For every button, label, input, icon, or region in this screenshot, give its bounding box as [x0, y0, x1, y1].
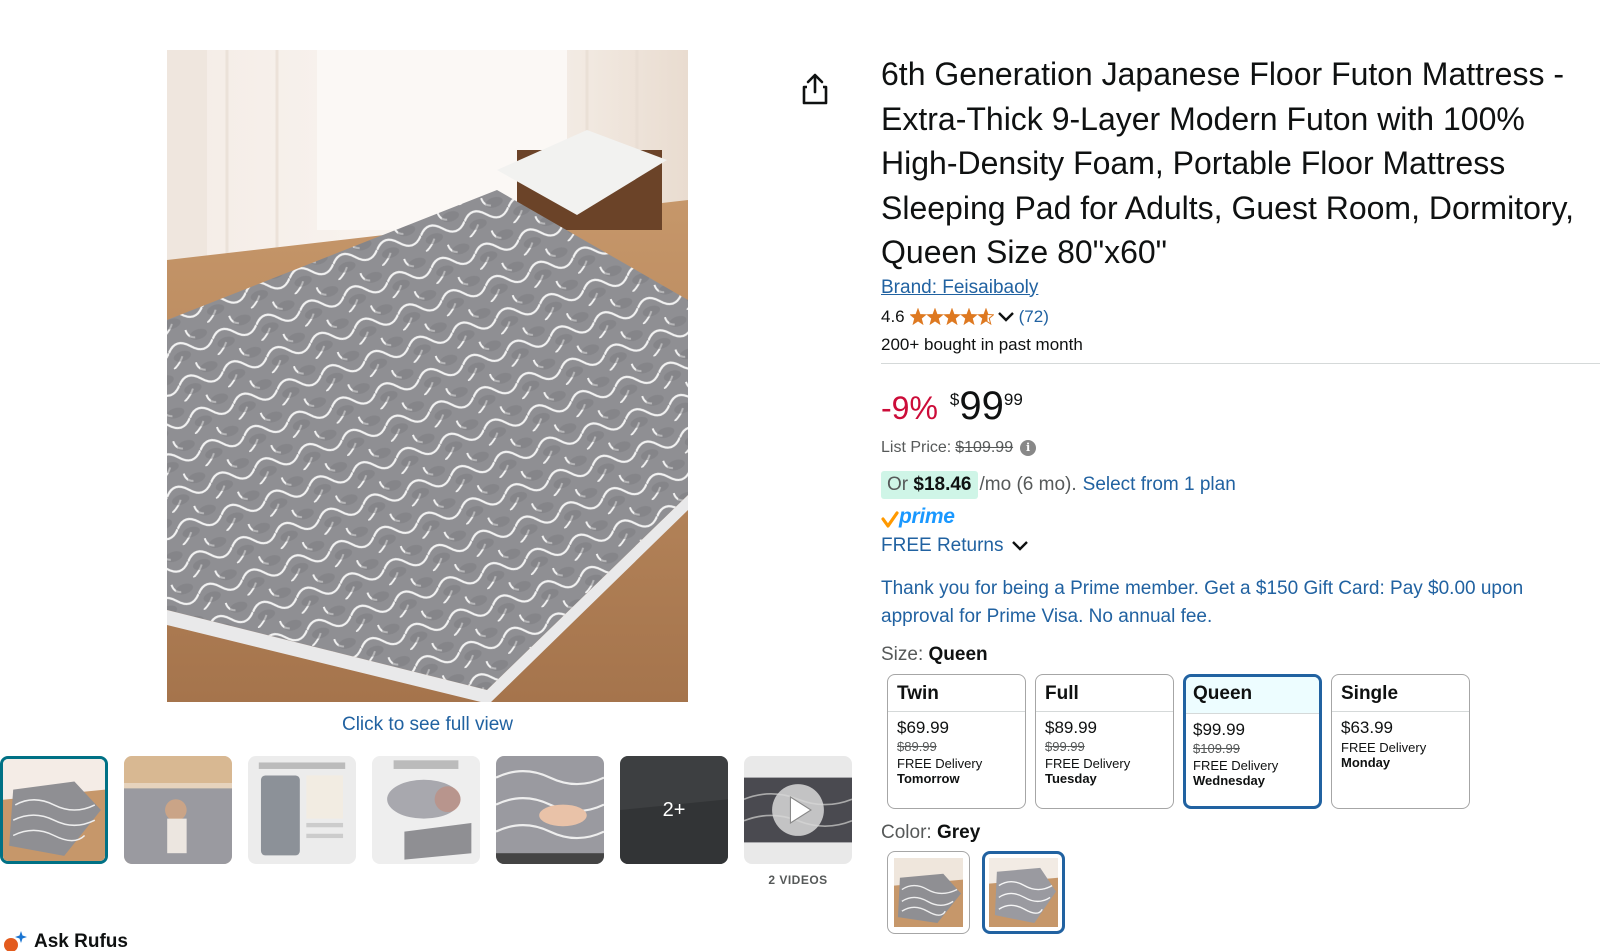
size-option-price: $99.99 [1193, 719, 1245, 739]
chevron-down-icon[interactable] [997, 311, 1015, 323]
prime-badge[interactable]: prime [881, 503, 1597, 529]
prime-check-icon [881, 510, 899, 528]
size-label: Size: Queen [881, 644, 1597, 666]
main-product-image[interactable] [167, 50, 688, 702]
prime-label: prime [899, 504, 955, 528]
full-view-link[interactable]: Click to see full view [167, 714, 688, 736]
size-option-delivery: FREE Delivery [1045, 755, 1131, 771]
select-plan-link[interactable]: Select from 1 plan [1083, 474, 1236, 496]
size-option-old-price: $99.99 [1045, 738, 1085, 754]
size-option-old-price: $109.99 [1193, 740, 1240, 756]
star-rating[interactable] [909, 307, 994, 326]
size-option-delivery-day: Wednesday [1193, 772, 1266, 788]
monthly-term: /mo (6 mo). [979, 473, 1077, 495]
ask-rufus-label: Ask Rufus [34, 931, 128, 951]
monthly-or: Or [887, 473, 909, 495]
size-option-name: Full [1036, 675, 1173, 712]
list-price-label: List Price: [881, 438, 952, 456]
color-swatch-image [894, 857, 963, 927]
color-label-text: Color: [881, 821, 932, 843]
price-currency: $ [949, 389, 960, 409]
size-option-old-price: $89.99 [897, 738, 937, 754]
more-images-count: 2+ [620, 756, 728, 864]
size-option-delivery: FREE Delivery [897, 755, 983, 771]
free-returns-label: FREE Returns [881, 534, 1004, 556]
size-option-delivery: FREE Delivery [1341, 739, 1427, 755]
size-option-twin[interactable]: Twin $69.99 $89.99 FREE Delivery Tomorro… [887, 673, 1026, 809]
size-option-price: $89.99 [1045, 717, 1097, 737]
size-selected-value: Queen [928, 643, 988, 665]
chevron-down-icon [1012, 540, 1029, 551]
thumbnail-more[interactable]: 2+ [620, 756, 728, 864]
share-button[interactable] [800, 72, 830, 106]
mattress-photo [167, 50, 688, 702]
color-swatch-1[interactable] [887, 850, 970, 934]
monthly-amount: $18.46 [913, 473, 972, 495]
thumbnail-3[interactable] [248, 756, 356, 864]
brand-link[interactable]: Brand: Feisaibaoly [881, 277, 1038, 299]
divider [881, 362, 1600, 364]
thumbnail-4[interactable] [372, 756, 480, 864]
list-price: List Price: $109.99 i [881, 439, 1597, 457]
color-swatch-image [989, 857, 1058, 927]
color-label: Color: Grey [881, 822, 1597, 844]
size-label-text: Size: [881, 643, 924, 665]
size-option-price: $63.99 [1341, 717, 1393, 737]
prime-visa-promo[interactable]: Thank you for being a Prime member. Get … [881, 575, 1571, 631]
size-option-delivery-day: Tuesday [1045, 770, 1097, 786]
monthly-amount-pill: Or $18.46 [881, 470, 978, 499]
color-swatch-grey[interactable] [982, 850, 1065, 934]
list-price-value: $109.99 [955, 438, 1014, 456]
videos-label: 2 VIDEOS [768, 873, 828, 887]
info-icon[interactable]: i [1020, 439, 1037, 456]
color-selected-value: Grey [936, 821, 981, 843]
rating-row: 4.6 (72) [881, 306, 1597, 328]
size-option-single[interactable]: Single $63.99 FREE Delivery Monday [1331, 673, 1470, 809]
size-options: Twin $69.99 $89.99 FREE Delivery Tomorro… [887, 673, 1597, 809]
share-icon [802, 73, 828, 105]
thumbnail-5[interactable] [496, 756, 604, 864]
size-option-name: Twin [888, 675, 1025, 712]
size-option-name: Queen [1186, 676, 1319, 714]
size-option-name: Single [1332, 675, 1469, 712]
size-option-queen[interactable]: Queen $99.99 $109.99 FREE Delivery Wedne… [1183, 673, 1322, 809]
thumbnail-video[interactable] [744, 756, 852, 864]
price-row: -9% $ 99 99 [881, 386, 1597, 430]
rating-count-link[interactable]: (72) [1019, 307, 1049, 327]
product-details: 6th Generation Japanese Floor Futon Matt… [881, 52, 1600, 934]
size-option-delivery-day: Tomorrow [897, 770, 960, 786]
product-title: 6th Generation Japanese Floor Futon Matt… [881, 56, 1575, 270]
thumbnail-1[interactable] [0, 756, 108, 864]
thumbnail-2[interactable] [124, 756, 232, 864]
price-whole: 99 [959, 383, 1004, 428]
bought-past-month: 200+ bought in past month [881, 334, 1083, 354]
stars-icon [909, 307, 994, 325]
size-option-full[interactable]: Full $89.99 $99.99 FREE Delivery Tuesday [1035, 673, 1174, 809]
size-option-delivery-day: Monday [1341, 754, 1391, 770]
rufus-icon [4, 931, 27, 951]
color-options [887, 850, 1597, 934]
size-option-delivery: FREE Delivery [1193, 757, 1279, 773]
discount-percent: -9% [881, 389, 938, 426]
monthly-payment: Or $18.46 /mo (6 mo). Select from 1 plan [881, 470, 1597, 499]
free-returns-link[interactable]: FREE Returns [881, 535, 1597, 557]
size-option-price: $69.99 [897, 717, 949, 737]
price-fraction: 99 [1003, 389, 1023, 409]
ask-rufus-button[interactable]: Ask Rufus [2, 930, 128, 951]
rating-value: 4.6 [881, 306, 905, 326]
